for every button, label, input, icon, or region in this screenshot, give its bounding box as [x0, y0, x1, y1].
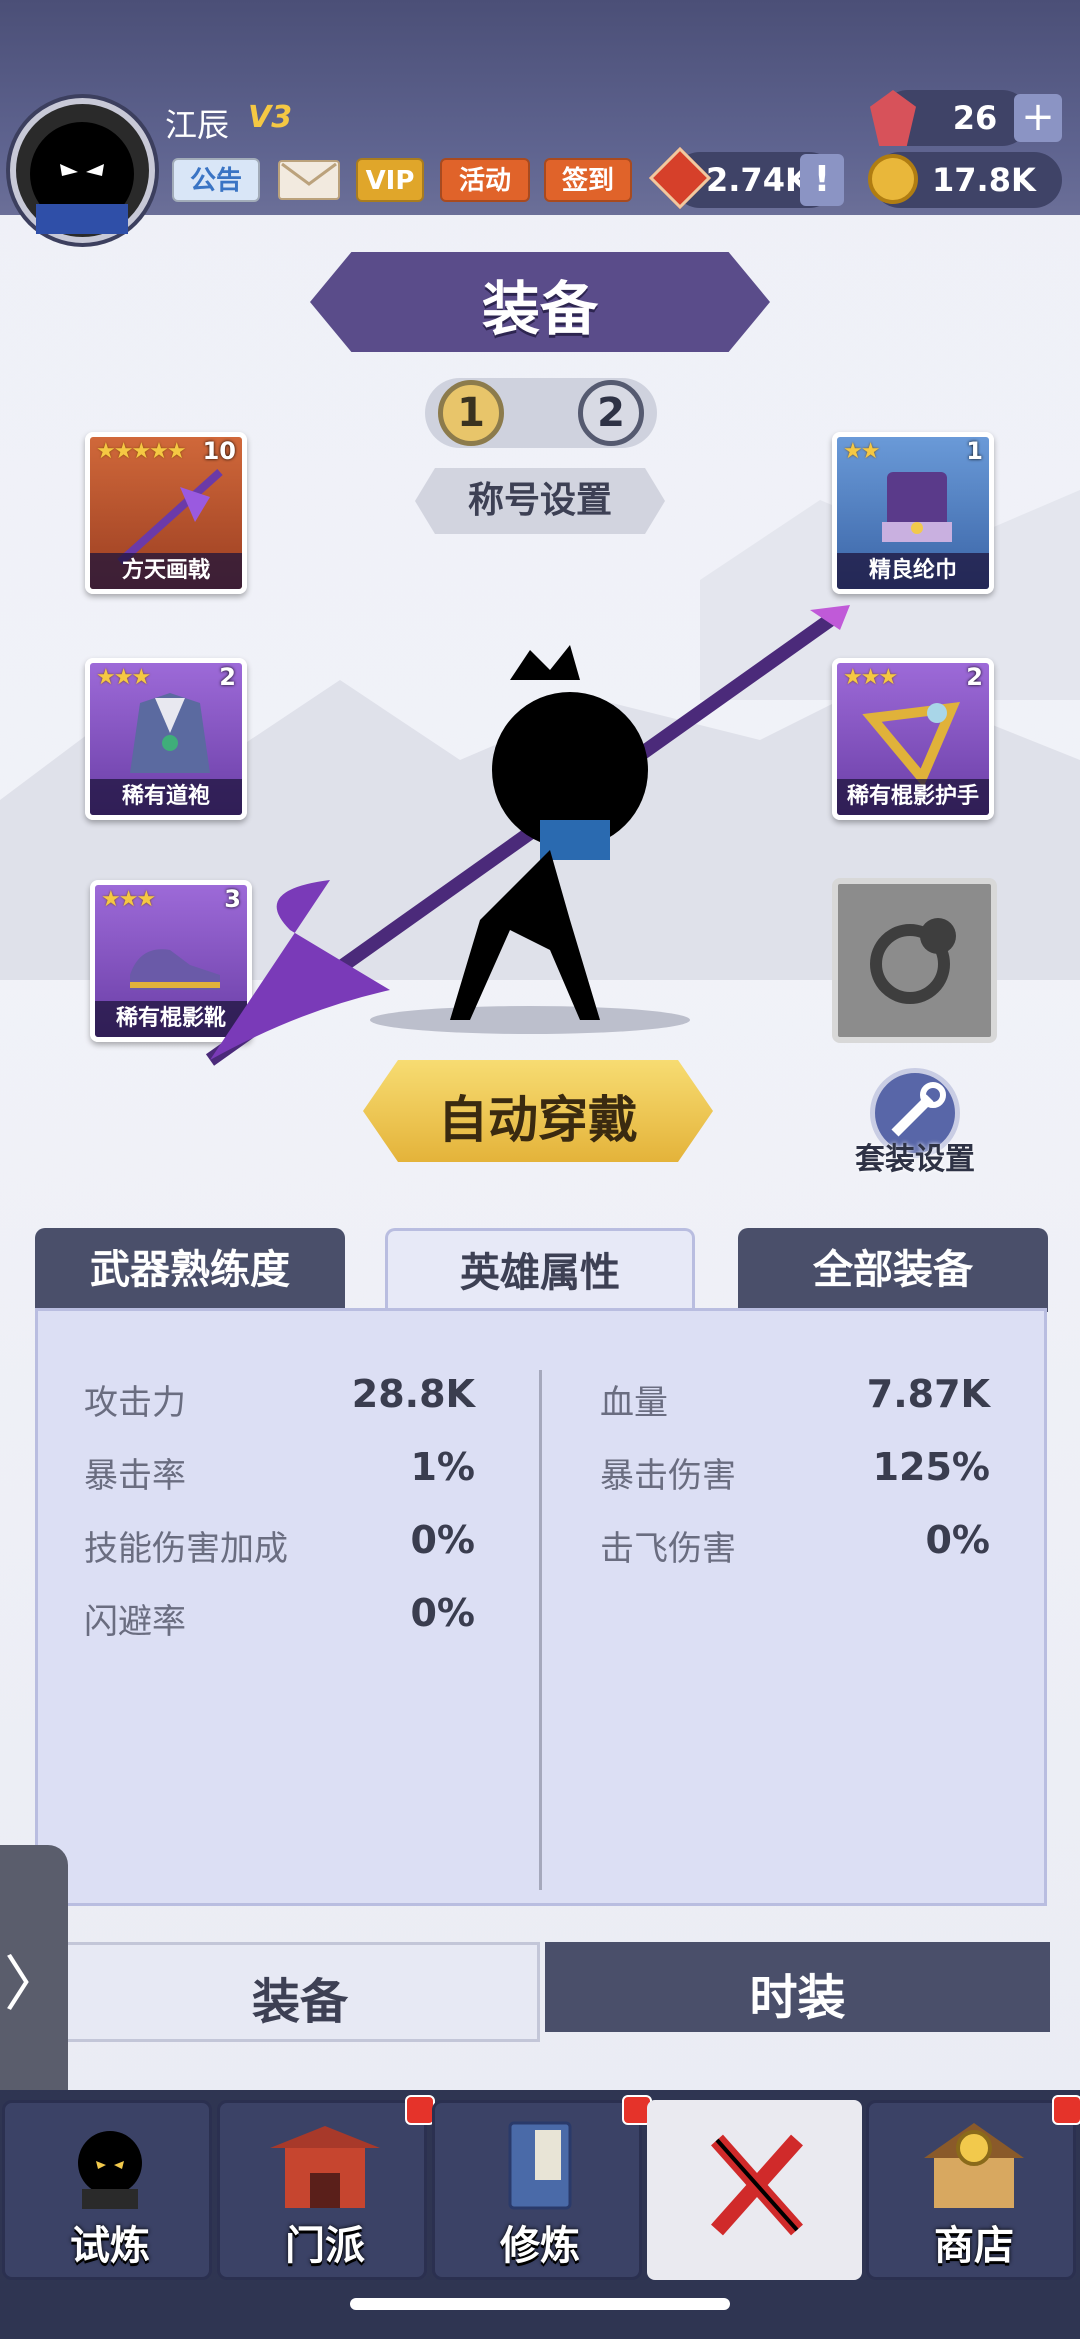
- manual-book-icon: [508, 2121, 572, 2210]
- nav-shop-badge: [1052, 2095, 1080, 2125]
- ninja-face-icon: [30, 122, 134, 234]
- add-gems-button[interactable]: +: [1014, 94, 1062, 142]
- hero-character: [205, 605, 850, 1066]
- headwear-icon: [882, 472, 952, 542]
- stat-skill-damage-label: 技能伤害加成: [84, 1529, 288, 1569]
- nav-shop[interactable]: 商店: [866, 2100, 1076, 2280]
- item-level: 1: [966, 437, 983, 465]
- halberd-icon: [117, 469, 223, 565]
- shop-icon: [924, 2123, 1024, 2208]
- stat-attack-value: 28.8K: [351, 1372, 475, 1416]
- event-button[interactable]: 活动: [440, 158, 530, 202]
- stats-divider: [539, 1370, 542, 1890]
- nav-sect-badge: [405, 2095, 435, 2125]
- stat-attack-label: 攻击力: [84, 1383, 186, 1423]
- rarity-stars: ★★★: [101, 887, 156, 912]
- rarity-stars: ★★: [843, 439, 880, 464]
- loadout-2-button[interactable]: 2: [578, 380, 644, 446]
- coin-icon: [868, 154, 918, 204]
- nav-sect[interactable]: 门派: [217, 2100, 427, 2280]
- tab-hero-attributes[interactable]: 英雄属性: [385, 1228, 695, 1312]
- equip-slot-headgear[interactable]: ★★ 1 精良纶巾: [832, 432, 994, 594]
- item-name: 方天画戟: [90, 553, 242, 589]
- stat-hp-label: 血量: [600, 1383, 668, 1423]
- set-setting-label: 套装设置: [855, 1142, 975, 1177]
- stat-dodge-label: 闪避率: [84, 1602, 186, 1642]
- tab-fashion-label: 时装: [749, 1970, 846, 2026]
- ninja-icon: [78, 2131, 142, 2209]
- vip-button[interactable]: VIP: [356, 158, 424, 202]
- stat-knockup-damage-label: 击飞伤害: [600, 1529, 736, 1569]
- auto-equip-label: 自动穿戴: [438, 1091, 638, 1149]
- tab-equipment-label: 装备: [251, 1974, 348, 2030]
- item-name: 精良纶巾: [837, 553, 989, 589]
- stat-crit-rate-label: 暴击率: [84, 1456, 186, 1496]
- stat-crit-damage-value: 125%: [872, 1445, 990, 1489]
- tab-all-equipment[interactable]: 全部装备: [738, 1228, 1048, 1312]
- gate-icon: [270, 2126, 380, 2208]
- vip-level: V3: [248, 100, 293, 135]
- item-level: 10: [202, 437, 236, 465]
- rarity-stars: ★★★: [96, 665, 151, 690]
- title-setting-button[interactable]: 称号设置: [415, 468, 665, 534]
- loadout-1-button[interactable]: 1: [438, 380, 504, 446]
- home-indicator: [350, 2298, 730, 2310]
- player-avatar[interactable]: [10, 98, 155, 243]
- nav-cultivate[interactable]: 修炼: [432, 2100, 642, 2280]
- nav-cultivate-label: 修炼: [500, 2223, 580, 2269]
- equipment-title: 装备: [481, 275, 598, 343]
- stat-hp-value: 7.87K: [866, 1372, 990, 1416]
- nav-equipment-active[interactable]: [647, 2100, 862, 2280]
- stat-crit-damage-label: 暴击伤害: [600, 1456, 736, 1496]
- nav-trial-label: 试炼: [70, 2223, 150, 2269]
- mail-icon[interactable]: [278, 160, 340, 200]
- crossed-swords-icon: [711, 2134, 803, 2236]
- stat-dodge-value: 0%: [410, 1591, 475, 1635]
- checkin-button[interactable]: 签到: [544, 158, 632, 202]
- tab-weapon-mastery[interactable]: 武器熟练度: [35, 1228, 345, 1312]
- stat-skill-damage-value: 0%: [410, 1518, 475, 1562]
- player-name: 江辰: [165, 106, 230, 144]
- side-expand-arrow[interactable]: 〉: [0, 1845, 68, 2125]
- stat-knockup-damage-value: 0%: [925, 1518, 990, 1562]
- honor-info-button[interactable]: !: [800, 154, 844, 206]
- nav-sect-label: 门派: [285, 2223, 365, 2269]
- nav-shop-label: 商店: [934, 2223, 1014, 2269]
- equip-slot-weapon[interactable]: ★★★★★ 10 方天画戟: [85, 432, 247, 594]
- stat-crit-rate-value: 1%: [410, 1445, 475, 1489]
- notice-button[interactable]: 公告: [172, 158, 260, 202]
- rarity-stars: ★★★★★: [96, 439, 187, 464]
- item-level: 2: [966, 663, 983, 691]
- nav-trial[interactable]: 试炼: [2, 2100, 212, 2280]
